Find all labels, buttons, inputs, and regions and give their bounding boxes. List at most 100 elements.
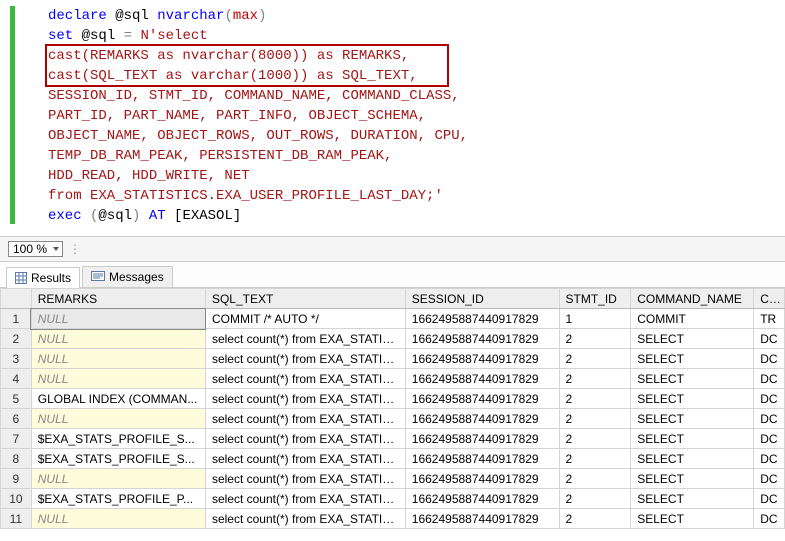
cell-sessionid[interactable]: 1662495887440917829	[405, 329, 559, 349]
cell-co[interactable]: DC	[754, 349, 785, 369]
cell-stmtid[interactable]: 2	[559, 469, 631, 489]
cell-stmtid[interactable]: 1	[559, 309, 631, 329]
cell-commandname[interactable]: SELECT	[631, 389, 754, 409]
cell-stmtid[interactable]: 2	[559, 509, 631, 529]
cell-stmtid[interactable]: 2	[559, 329, 631, 349]
zoom-select[interactable]: 100 %	[8, 241, 63, 257]
table-row[interactable]: 9NULLselect count(*) from EXA_STATIS...1…	[1, 469, 785, 489]
row-number[interactable]: 7	[1, 429, 32, 449]
cell-sessionid[interactable]: 1662495887440917829	[405, 469, 559, 489]
cell-stmtid[interactable]: 2	[559, 349, 631, 369]
cell-commandname[interactable]: SELECT	[631, 449, 754, 469]
cell-commandname[interactable]: COMMIT	[631, 309, 754, 329]
cell-co[interactable]: TR	[754, 309, 785, 329]
sql-editor[interactable]: declare @sql nvarchar(max) set @sql = N'…	[0, 0, 785, 236]
table-row[interactable]: 8$EXA_STATS_PROFILE_S...select count(*) …	[1, 449, 785, 469]
table-row[interactable]: 1NULLCOMMIT /* AUTO */166249588744091782…	[1, 309, 785, 329]
cell-remarks[interactable]: NULL	[31, 349, 205, 369]
cell-stmtid[interactable]: 2	[559, 449, 631, 469]
cell-sqltext[interactable]: COMMIT /* AUTO */	[205, 309, 405, 329]
col-header-sessionid[interactable]: SESSION_ID	[405, 289, 559, 309]
cell-remarks[interactable]: NULL	[31, 409, 205, 429]
table-row[interactable]: 11NULLselect count(*) from EXA_STATIS...…	[1, 509, 785, 529]
cell-commandname[interactable]: SELECT	[631, 509, 754, 529]
table-row[interactable]: 6NULLselect count(*) from EXA_STATIS...1…	[1, 409, 785, 429]
cell-co[interactable]: DC	[754, 469, 785, 489]
cell-sessionid[interactable]: 1662495887440917829	[405, 389, 559, 409]
col-header-stmtid[interactable]: STMT_ID	[559, 289, 631, 309]
cell-commandname[interactable]: SELECT	[631, 489, 754, 509]
cell-co[interactable]: DC	[754, 409, 785, 429]
table-row[interactable]: 2NULLselect count(*) from EXA_STATIS...1…	[1, 329, 785, 349]
row-number[interactable]: 5	[1, 389, 32, 409]
cell-sessionid[interactable]: 1662495887440917829	[405, 369, 559, 389]
cell-sessionid[interactable]: 1662495887440917829	[405, 449, 559, 469]
cell-sqltext[interactable]: select count(*) from EXA_STATIS...	[205, 469, 405, 489]
cell-remarks[interactable]: NULL	[31, 469, 205, 489]
table-row[interactable]: 10$EXA_STATS_PROFILE_P...select count(*)…	[1, 489, 785, 509]
zoom-handle-icon[interactable]: ⋮	[69, 242, 81, 256]
cell-sqltext[interactable]: select count(*) from EXA_STATIS...	[205, 369, 405, 389]
cell-co[interactable]: DC	[754, 389, 785, 409]
cell-commandname[interactable]: SELECT	[631, 369, 754, 389]
tab-messages[interactable]: Messages	[82, 266, 173, 287]
row-number[interactable]: 3	[1, 349, 32, 369]
cell-commandname[interactable]: SELECT	[631, 329, 754, 349]
cell-remarks[interactable]: $EXA_STATS_PROFILE_S...	[31, 429, 205, 449]
table-row[interactable]: 3NULLselect count(*) from EXA_STATIS...1…	[1, 349, 785, 369]
cell-remarks[interactable]: NULL	[31, 329, 205, 349]
cell-remarks[interactable]: NULL	[31, 309, 205, 329]
cell-remarks[interactable]: NULL	[31, 369, 205, 389]
col-header-remarks[interactable]: REMARKS	[31, 289, 205, 309]
cell-co[interactable]: DC	[754, 429, 785, 449]
cell-commandname[interactable]: SELECT	[631, 429, 754, 449]
cell-commandname[interactable]: SELECT	[631, 409, 754, 429]
cell-stmtid[interactable]: 2	[559, 369, 631, 389]
row-number[interactable]: 8	[1, 449, 32, 469]
cell-remarks[interactable]: NULL	[31, 509, 205, 529]
cell-stmtid[interactable]: 2	[559, 409, 631, 429]
row-number[interactable]: 1	[1, 309, 32, 329]
cell-remarks[interactable]: $EXA_STATS_PROFILE_S...	[31, 449, 205, 469]
row-number[interactable]: 9	[1, 469, 32, 489]
cell-stmtid[interactable]: 2	[559, 489, 631, 509]
cell-sessionid[interactable]: 1662495887440917829	[405, 349, 559, 369]
cell-sessionid[interactable]: 1662495887440917829	[405, 509, 559, 529]
tab-results[interactable]: Results	[6, 267, 80, 288]
row-number[interactable]: 11	[1, 509, 32, 529]
row-number[interactable]: 2	[1, 329, 32, 349]
cell-remarks[interactable]: GLOBAL INDEX (COMMAN...	[31, 389, 205, 409]
col-header-co[interactable]: CO	[754, 289, 785, 309]
cell-sqltext[interactable]: select count(*) from EXA_STATIS...	[205, 449, 405, 469]
cell-sqltext[interactable]: select count(*) from EXA_STATIS...	[205, 509, 405, 529]
cell-sqltext[interactable]: select count(*) from EXA_STATIS...	[205, 409, 405, 429]
col-header-commandname[interactable]: COMMAND_NAME	[631, 289, 754, 309]
cell-commandname[interactable]: SELECT	[631, 469, 754, 489]
cell-remarks[interactable]: $EXA_STATS_PROFILE_P...	[31, 489, 205, 509]
cell-co[interactable]: DC	[754, 329, 785, 349]
cell-sqltext[interactable]: select count(*) from EXA_STATIS...	[205, 489, 405, 509]
results-grid[interactable]: REMARKS SQL_TEXT SESSION_ID STMT_ID COMM…	[0, 288, 785, 529]
cell-sessionid[interactable]: 1662495887440917829	[405, 309, 559, 329]
cell-co[interactable]: DC	[754, 489, 785, 509]
cell-stmtid[interactable]: 2	[559, 389, 631, 409]
cell-commandname[interactable]: SELECT	[631, 349, 754, 369]
row-number[interactable]: 10	[1, 489, 32, 509]
table-row[interactable]: 7$EXA_STATS_PROFILE_S...select count(*) …	[1, 429, 785, 449]
cell-sessionid[interactable]: 1662495887440917829	[405, 409, 559, 429]
col-header-sqltext[interactable]: SQL_TEXT	[205, 289, 405, 309]
table-row[interactable]: 4NULLselect count(*) from EXA_STATIS...1…	[1, 369, 785, 389]
cell-sessionid[interactable]: 1662495887440917829	[405, 489, 559, 509]
row-number[interactable]: 4	[1, 369, 32, 389]
cell-sqltext[interactable]: select count(*) from EXA_STATIS...	[205, 429, 405, 449]
cell-co[interactable]: DC	[754, 449, 785, 469]
table-row[interactable]: 5GLOBAL INDEX (COMMAN...select count(*) …	[1, 389, 785, 409]
cell-stmtid[interactable]: 2	[559, 429, 631, 449]
cell-sqltext[interactable]: select count(*) from EXA_STATIS...	[205, 329, 405, 349]
cell-sessionid[interactable]: 1662495887440917829	[405, 429, 559, 449]
cell-sqltext[interactable]: select count(*) from EXA_STATIS...	[205, 349, 405, 369]
cell-co[interactable]: DC	[754, 369, 785, 389]
grid-corner[interactable]	[1, 289, 32, 309]
cell-sqltext[interactable]: select count(*) from EXA_STATIS...	[205, 389, 405, 409]
cell-co[interactable]: DC	[754, 509, 785, 529]
